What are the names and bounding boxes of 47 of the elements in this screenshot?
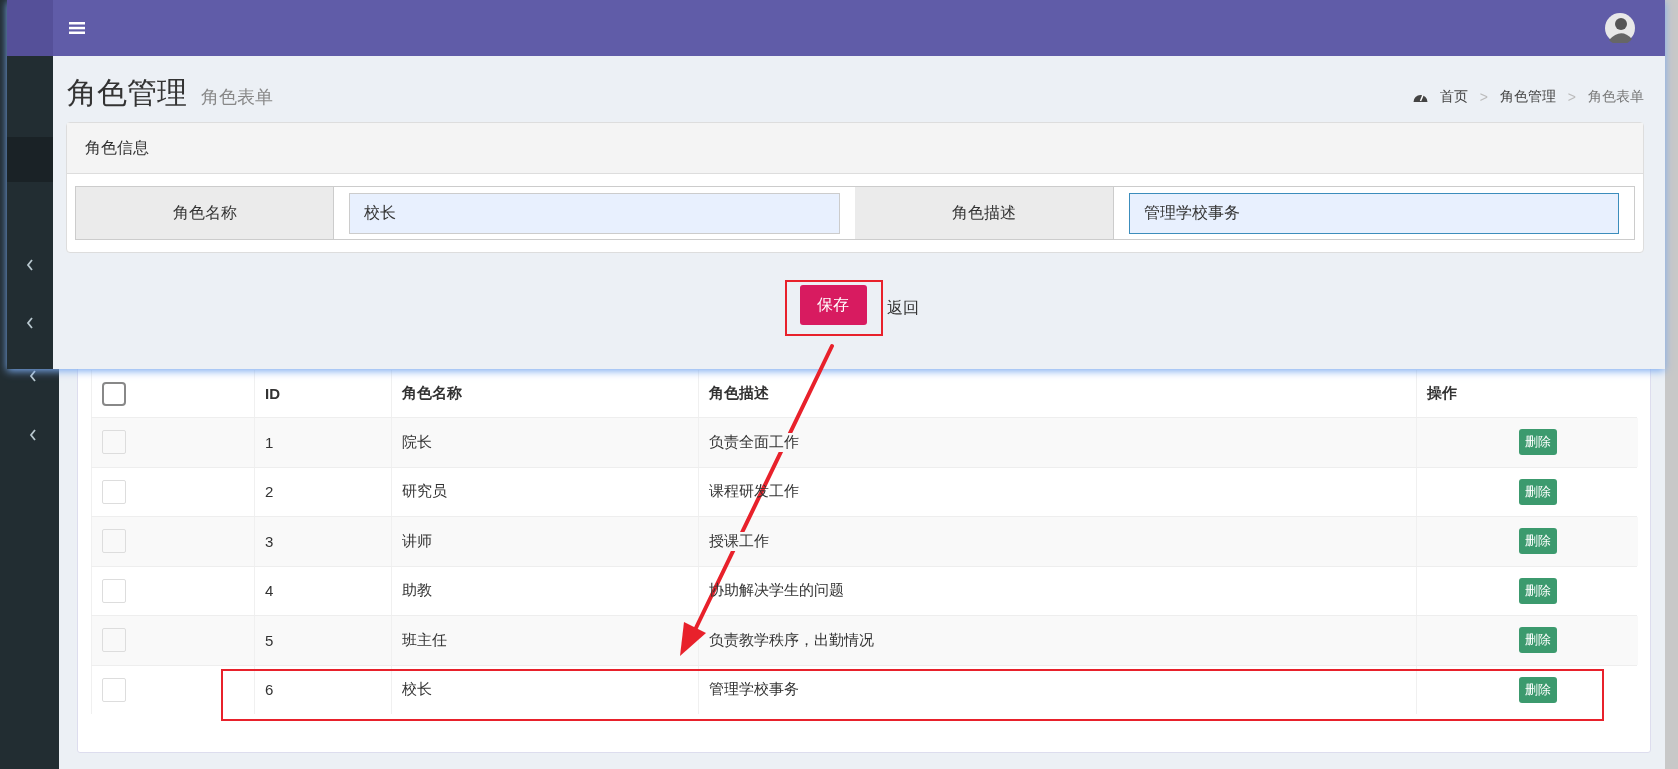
- column-header: 操作: [1427, 384, 1457, 403]
- field-label: 角色名称: [172, 202, 237, 223]
- avatar-icon[interactable]: [1605, 13, 1635, 43]
- sidebar-item[interactable]: [7, 137, 53, 182]
- table-cell: 校长: [402, 680, 432, 700]
- breadcrumb-link[interactable]: 角色表单: [1588, 88, 1644, 106]
- table-cell: 班主任: [402, 630, 447, 650]
- column-header: ID: [265, 385, 280, 402]
- input-field[interactable]: 管理学校事务: [1128, 192, 1619, 234]
- delete-button[interactable]: 删除: [1518, 528, 1557, 555]
- logo-area: [7, 0, 53, 56]
- table-cell: 助教: [402, 581, 432, 601]
- chevron-left-icon[interactable]: [26, 259, 34, 271]
- breadcrumb-separator: >: [1567, 89, 1576, 105]
- page-subtitle: 角色表单: [201, 86, 273, 109]
- delete-button[interactable]: 删除: [1518, 676, 1557, 703]
- breadcrumb-link[interactable]: 首页: [1439, 88, 1468, 106]
- table-cell: 4: [265, 582, 274, 600]
- chevron-left-icon[interactable]: [26, 317, 34, 329]
- delete-button[interactable]: 删除: [1518, 577, 1557, 604]
- panel-title: 角色信息: [85, 137, 149, 158]
- chevron-left-icon[interactable]: [28, 370, 37, 382]
- table-cell: 6: [265, 681, 274, 699]
- field-label: 角色描述: [951, 202, 1016, 223]
- checkbox[interactable]: [102, 381, 126, 406]
- table-cell: 讲师: [402, 531, 432, 551]
- column-header: 角色名称: [402, 384, 462, 403]
- table-cell: 研究员: [402, 482, 447, 502]
- table-cell: 授课工作: [709, 531, 769, 551]
- delete-button[interactable]: 删除: [1518, 478, 1557, 505]
- chevron-left-icon[interactable]: [28, 429, 37, 441]
- column-header: 角色描述: [709, 384, 769, 403]
- page-title: 角色管理: [67, 75, 187, 111]
- breadcrumb-link[interactable]: 角色管理: [1499, 88, 1556, 106]
- table-cell: 负责教学秩序，出勤情况: [709, 630, 874, 650]
- delete-button[interactable]: 删除: [1518, 429, 1557, 456]
- save-button[interactable]: 保存: [799, 285, 867, 325]
- scrollbar[interactable]: [1665, 0, 1678, 769]
- table-cell: 负责全面工作: [709, 432, 799, 452]
- breadcrumb-separator: >: [1479, 89, 1488, 105]
- table-cell: 2: [265, 483, 274, 501]
- back-link[interactable]: 返回: [886, 297, 919, 319]
- menu-icon[interactable]: [69, 21, 85, 35]
- table-cell: 管理学校事务: [709, 680, 799, 700]
- input-field[interactable]: 校长: [349, 192, 840, 234]
- delete-button[interactable]: 删除: [1518, 627, 1557, 654]
- table-cell: 院长: [402, 432, 432, 452]
